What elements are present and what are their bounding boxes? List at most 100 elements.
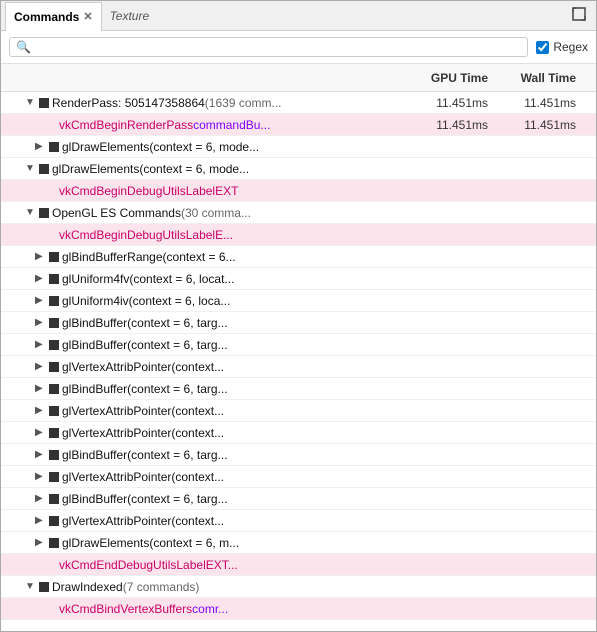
- expand-arrow[interactable]: [35, 339, 49, 350]
- table-header: GPU Time Wall Time: [1, 64, 596, 92]
- expand-arrow[interactable]: [25, 581, 39, 592]
- row-icon: [49, 142, 59, 152]
- table-row[interactable]: vkCmdBeginDebugUtilsLabelEXT: [1, 180, 596, 202]
- table-row[interactable]: RenderPass: 505147358864 (1639 comm...11…: [1, 92, 596, 114]
- table-row[interactable]: glVertexAttribPointer(context...: [1, 510, 596, 532]
- row-text: glBindBufferRange(context = 6...: [62, 250, 236, 264]
- expand-arrow[interactable]: [35, 295, 49, 306]
- table-row[interactable]: vkCmdBeginRenderPass commandBu...11.451m…: [1, 114, 596, 136]
- row-text: glVertexAttribPointer(context...: [62, 360, 224, 374]
- row-text: glDrawElements(context = 6, mode...: [62, 140, 259, 154]
- row-icon: [49, 538, 59, 548]
- row-text: glBindBuffer(context = 6, targ...: [62, 448, 228, 462]
- row-text: glBindBuffer(context = 6, targ...: [62, 492, 228, 506]
- search-input-wrap: 🔍: [9, 37, 528, 57]
- table-row[interactable]: glBindBuffer(context = 6, targ...: [1, 334, 596, 356]
- col-header-gpu: GPU Time: [396, 71, 496, 85]
- table-row[interactable]: glVertexAttribPointer(context...: [1, 466, 596, 488]
- search-input[interactable]: [35, 40, 521, 54]
- regex-label: Regex: [553, 40, 588, 54]
- regex-toggle[interactable]: Regex: [536, 40, 588, 54]
- app-window: Commands ✕ Texture 🔍 Regex G: [0, 0, 597, 632]
- expand-arrow[interactable]: [35, 317, 49, 328]
- row-icon: [49, 406, 59, 416]
- row-text: comr...: [192, 602, 228, 616]
- row-gpu-time: 11.451ms: [396, 96, 496, 110]
- table-row[interactable]: glBindBufferRange(context = 6...: [1, 246, 596, 268]
- expand-arrow[interactable]: [25, 163, 39, 174]
- table-row[interactable]: vkCmdEndDebugUtilsLabelEXT...: [1, 554, 596, 576]
- tab-commands-label: Commands: [14, 10, 79, 24]
- row-text: glUniform4iv(context = 6, loca...: [62, 294, 230, 308]
- tab-texture[interactable]: Texture: [102, 1, 158, 30]
- table-row[interactable]: glUniform4iv(context = 6, loca...: [1, 290, 596, 312]
- table-row[interactable]: glBindBuffer(context = 6, targ...: [1, 444, 596, 466]
- row-text: glVertexAttribPointer(context...: [62, 514, 224, 528]
- command-list: RenderPass: 505147358864 (1639 comm...11…: [1, 92, 596, 622]
- row-gpu-time: 11.451ms: [396, 118, 496, 132]
- table-row[interactable]: glDrawElements(context = 6, m...: [1, 532, 596, 554]
- row-icon: [39, 208, 49, 218]
- row-icon: [49, 450, 59, 460]
- regex-checkbox[interactable]: [536, 41, 549, 54]
- table-row[interactable]: glVertexAttribPointer(context...: [1, 400, 596, 422]
- row-text: glBindBuffer(context = 6, targ...: [62, 338, 228, 352]
- table-row[interactable]: glVertexAttribPointer(context...: [1, 356, 596, 378]
- row-text: vkCmdEndDebugUtilsLabelEXT...: [59, 558, 238, 572]
- row-text: glBindBuffer(context = 6, targ...: [62, 316, 228, 330]
- row-text: glVertexAttribPointer(context...: [62, 404, 224, 418]
- table-row[interactable]: vkCmdBeginDebugUtilsLabelE...: [1, 224, 596, 246]
- expand-arrow[interactable]: [25, 207, 39, 218]
- row-text: glDrawElements(context = 6, mode...: [52, 162, 249, 176]
- table-row[interactable]: glBindBuffer(context = 6, targ...: [1, 312, 596, 334]
- row-text: glDrawElements(context = 6, m...: [62, 536, 239, 550]
- tab-bar: Commands ✕ Texture: [1, 1, 596, 31]
- row-icon: [49, 472, 59, 482]
- row-icon: [49, 318, 59, 328]
- row-icon: [49, 274, 59, 284]
- table-row[interactable]: vkCmdBindVertexBuffers comr...: [1, 598, 596, 620]
- table-row[interactable]: glDrawElements(context = 6, mode...: [1, 158, 596, 180]
- expand-arrow[interactable]: [35, 361, 49, 372]
- expand-arrow[interactable]: [35, 515, 49, 526]
- row-text: OpenGL ES Commands: [52, 206, 181, 220]
- row-icon: [49, 252, 59, 262]
- expand-arrow[interactable]: [35, 427, 49, 438]
- col-header-wall: Wall Time: [496, 71, 596, 85]
- expand-arrow[interactable]: [35, 383, 49, 394]
- table-row[interactable]: glUniform4fv(context = 6, locat...: [1, 268, 596, 290]
- expand-arrow[interactable]: [35, 141, 49, 152]
- expand-arrow[interactable]: [35, 493, 49, 504]
- expand-arrow[interactable]: [35, 405, 49, 416]
- expand-arrow[interactable]: [35, 273, 49, 284]
- row-wall-time: 11.451ms: [496, 118, 596, 132]
- table-row[interactable]: DrawIndexed (7 commands): [1, 576, 596, 598]
- tab-commands[interactable]: Commands ✕: [5, 2, 102, 31]
- table-row[interactable]: glVertexAttribPointer(context...: [1, 422, 596, 444]
- table-row[interactable]: glDrawElements(context = 6, mode...: [1, 136, 596, 158]
- row-icon: [49, 362, 59, 372]
- expand-arrow[interactable]: [25, 97, 39, 108]
- row-icon: [49, 494, 59, 504]
- tab-commands-close[interactable]: ✕: [83, 10, 92, 23]
- row-icon: [39, 98, 49, 108]
- row-text: glUniform4fv(context = 6, locat...: [62, 272, 234, 286]
- table-row[interactable]: OpenGL ES Commands (30 comma...: [1, 202, 596, 224]
- expand-arrow[interactable]: [35, 471, 49, 482]
- expand-arrow[interactable]: [35, 449, 49, 460]
- row-icon: [49, 428, 59, 438]
- table-row[interactable]: glBindBuffer(context = 6, targ...: [1, 488, 596, 510]
- row-wall-time: 11.451ms: [496, 96, 596, 110]
- row-text: RenderPass: 505147358864: [52, 96, 205, 110]
- expand-arrow[interactable]: [35, 251, 49, 262]
- search-bar: 🔍 Regex: [1, 31, 596, 64]
- row-text: (7 commands): [123, 580, 200, 594]
- row-icon: [39, 582, 49, 592]
- maximize-button[interactable]: [566, 5, 592, 26]
- row-icon: [49, 340, 59, 350]
- table-row[interactable]: glBindBuffer(context = 6, targ...: [1, 378, 596, 400]
- row-icon: [39, 164, 49, 174]
- row-text: vkCmdBeginDebugUtilsLabelE...: [59, 228, 233, 242]
- search-icon: 🔍: [16, 40, 31, 54]
- expand-arrow[interactable]: [35, 537, 49, 548]
